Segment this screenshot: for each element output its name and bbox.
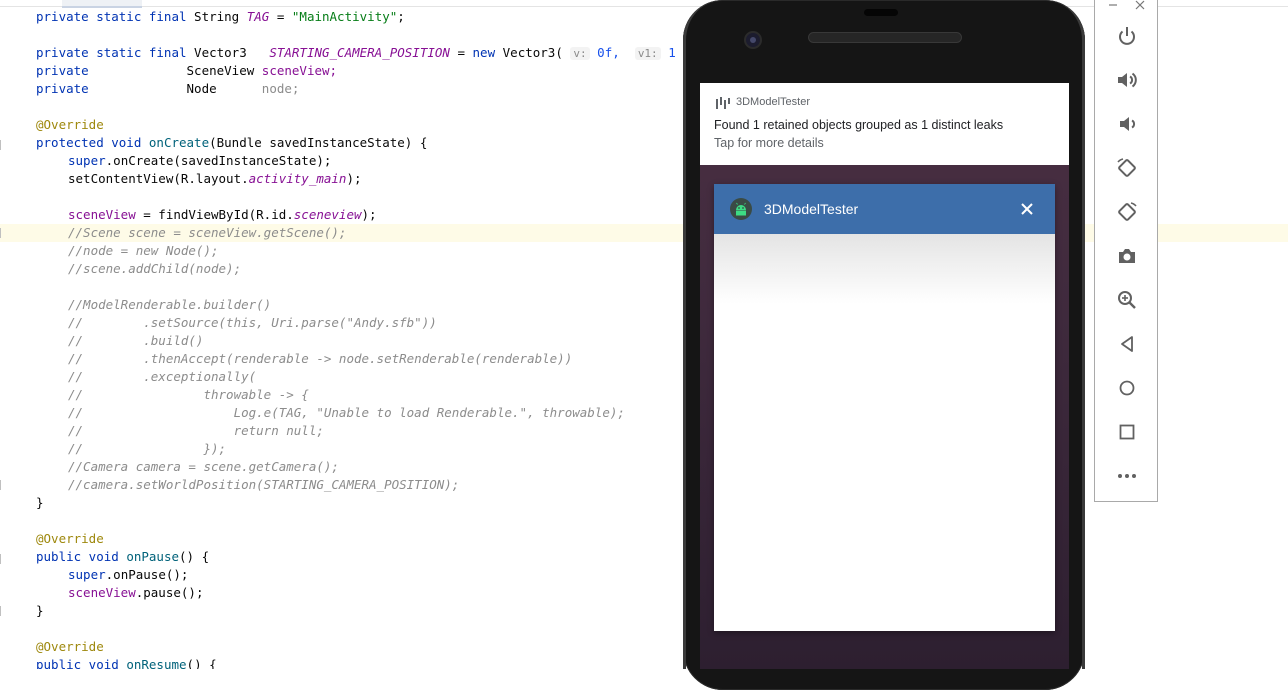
home-icon (1119, 380, 1135, 396)
fold-marker[interactable] (0, 140, 5, 150)
power-icon (1119, 27, 1135, 45)
volume-up-button[interactable] (1115, 68, 1139, 92)
zoom-button[interactable] (1115, 288, 1139, 312)
comment-line[interactable]: // .setSource(this, Uri.parse("Andy.sfb"… (68, 314, 437, 332)
code-line-sceneview-field[interactable]: private SceneView sceneView; (36, 62, 337, 80)
comment-line[interactable]: // throwable -> { (68, 386, 309, 404)
volume-down-icon (1120, 117, 1136, 131)
fold-marker[interactable] (0, 228, 5, 238)
camera-icon (1119, 249, 1135, 263)
code-line-starting-position[interactable]: private static final Vector3 STARTING_CA… (36, 44, 676, 62)
comment-line[interactable]: // }); (68, 440, 226, 458)
android-robot-icon (736, 202, 746, 216)
home-button[interactable] (1115, 376, 1139, 400)
rotate-left-icon (1117, 158, 1136, 177)
notification-title: Found 1 retained objects grouped as 1 di… (714, 118, 1004, 132)
screenshot-button[interactable] (1115, 244, 1139, 268)
app-title: 3DModelTester (764, 201, 859, 217)
code-line-setcontentview[interactable]: setContentView(R.layout.activity_main); (68, 170, 362, 188)
comment-line[interactable]: //scene.addChild(node); (68, 260, 241, 278)
code-line-oncreate[interactable]: protected void onCreate(Bundle savedInst… (36, 134, 427, 152)
back-button[interactable] (1115, 332, 1139, 356)
editor-tab-indicator (62, 0, 142, 8)
back-icon (1121, 336, 1133, 352)
code-line-override[interactable]: @Override (36, 638, 104, 656)
app-window[interactable]: 3DModelTester (714, 184, 1055, 631)
rotate-right-button[interactable] (1115, 200, 1139, 224)
parameter-hint: v: (570, 47, 590, 60)
code-line-super-oncreate[interactable]: super.onCreate(savedInstanceState); (68, 152, 331, 170)
leak-notification[interactable]: 3DModelTester Found 1 retained objects g… (700, 83, 1069, 165)
code-line-super-onpause[interactable]: super.onPause(); (68, 566, 188, 584)
comment-line[interactable]: //node = new Node(); (68, 242, 219, 260)
app-content[interactable] (714, 234, 1055, 304)
emulator-toolbar (1094, 0, 1158, 502)
code-line-node-field[interactable]: private Node node; (36, 80, 299, 98)
zoom-icon (1118, 291, 1136, 309)
more-icon (1118, 474, 1136, 478)
close-icon (1021, 203, 1033, 215)
parameter-hint: v1: (634, 47, 661, 60)
code-line-pause[interactable]: sceneView.pause(); (68, 584, 203, 602)
proximity-sensor (864, 9, 898, 16)
code-line-onresume[interactable]: public void onResume() { (36, 656, 217, 669)
window-controls (1109, 0, 1145, 10)
app-title-bar: 3DModelTester (714, 184, 1055, 234)
comment-line[interactable]: // .build() (68, 332, 203, 350)
overview-button[interactable] (1115, 420, 1139, 444)
overview-icon (1119, 424, 1135, 440)
emulator-screen[interactable]: 3DModelTester Found 1 retained objects g… (700, 83, 1069, 669)
more-button[interactable] (1115, 464, 1139, 488)
comment-line[interactable]: // return null; (68, 422, 324, 440)
code-line-tag[interactable]: private static final String TAG = "MainA… (36, 8, 405, 26)
camera-lens (750, 37, 756, 43)
rotate-right-icon (1118, 202, 1137, 221)
comment-line[interactable]: // .exceptionally( (68, 368, 256, 386)
volume-down-button[interactable] (1115, 112, 1139, 136)
rotate-left-button[interactable] (1115, 156, 1139, 180)
comment-line[interactable]: // .thenAccept(renderable -> node.setRen… (68, 350, 572, 368)
notification-app-name: 3DModelTester (736, 96, 810, 108)
comment-line[interactable]: //ModelRenderable.builder() (68, 296, 271, 314)
comment-line[interactable]: //camera.setWorldPosition(STARTING_CAMER… (68, 476, 459, 494)
front-camera-icon (744, 31, 762, 49)
power-button[interactable] (1115, 24, 1139, 48)
close-button[interactable] (1014, 196, 1040, 222)
comment-line[interactable]: //Camera camera = scene.getCamera(); (68, 458, 339, 476)
code-line-close-brace[interactable]: } (36, 602, 44, 620)
fold-marker[interactable] (0, 554, 5, 564)
comment-line[interactable]: //Scene scene = sceneView.getScene(); (68, 224, 346, 242)
code-line-override[interactable]: @Override (36, 530, 104, 548)
code-line-close-brace[interactable]: } (36, 494, 44, 512)
code-line-findviewbyid[interactable]: sceneView = findViewById(R.id.sceneview)… (68, 206, 377, 224)
code-line-onpause[interactable]: public void onPause() { (36, 548, 209, 566)
comment-line[interactable]: // Log.e(TAG, "Unable to load Renderable… (68, 404, 625, 422)
earpiece-speaker (808, 32, 962, 43)
fold-marker[interactable] (0, 606, 5, 616)
fold-marker[interactable] (0, 480, 5, 490)
android-icon (730, 198, 752, 220)
notification-text: Tap for more details (714, 136, 824, 150)
leak-canary-icon (716, 97, 730, 109)
code-line-override[interactable]: @Override (36, 116, 104, 134)
volume-up-icon (1118, 72, 1137, 88)
